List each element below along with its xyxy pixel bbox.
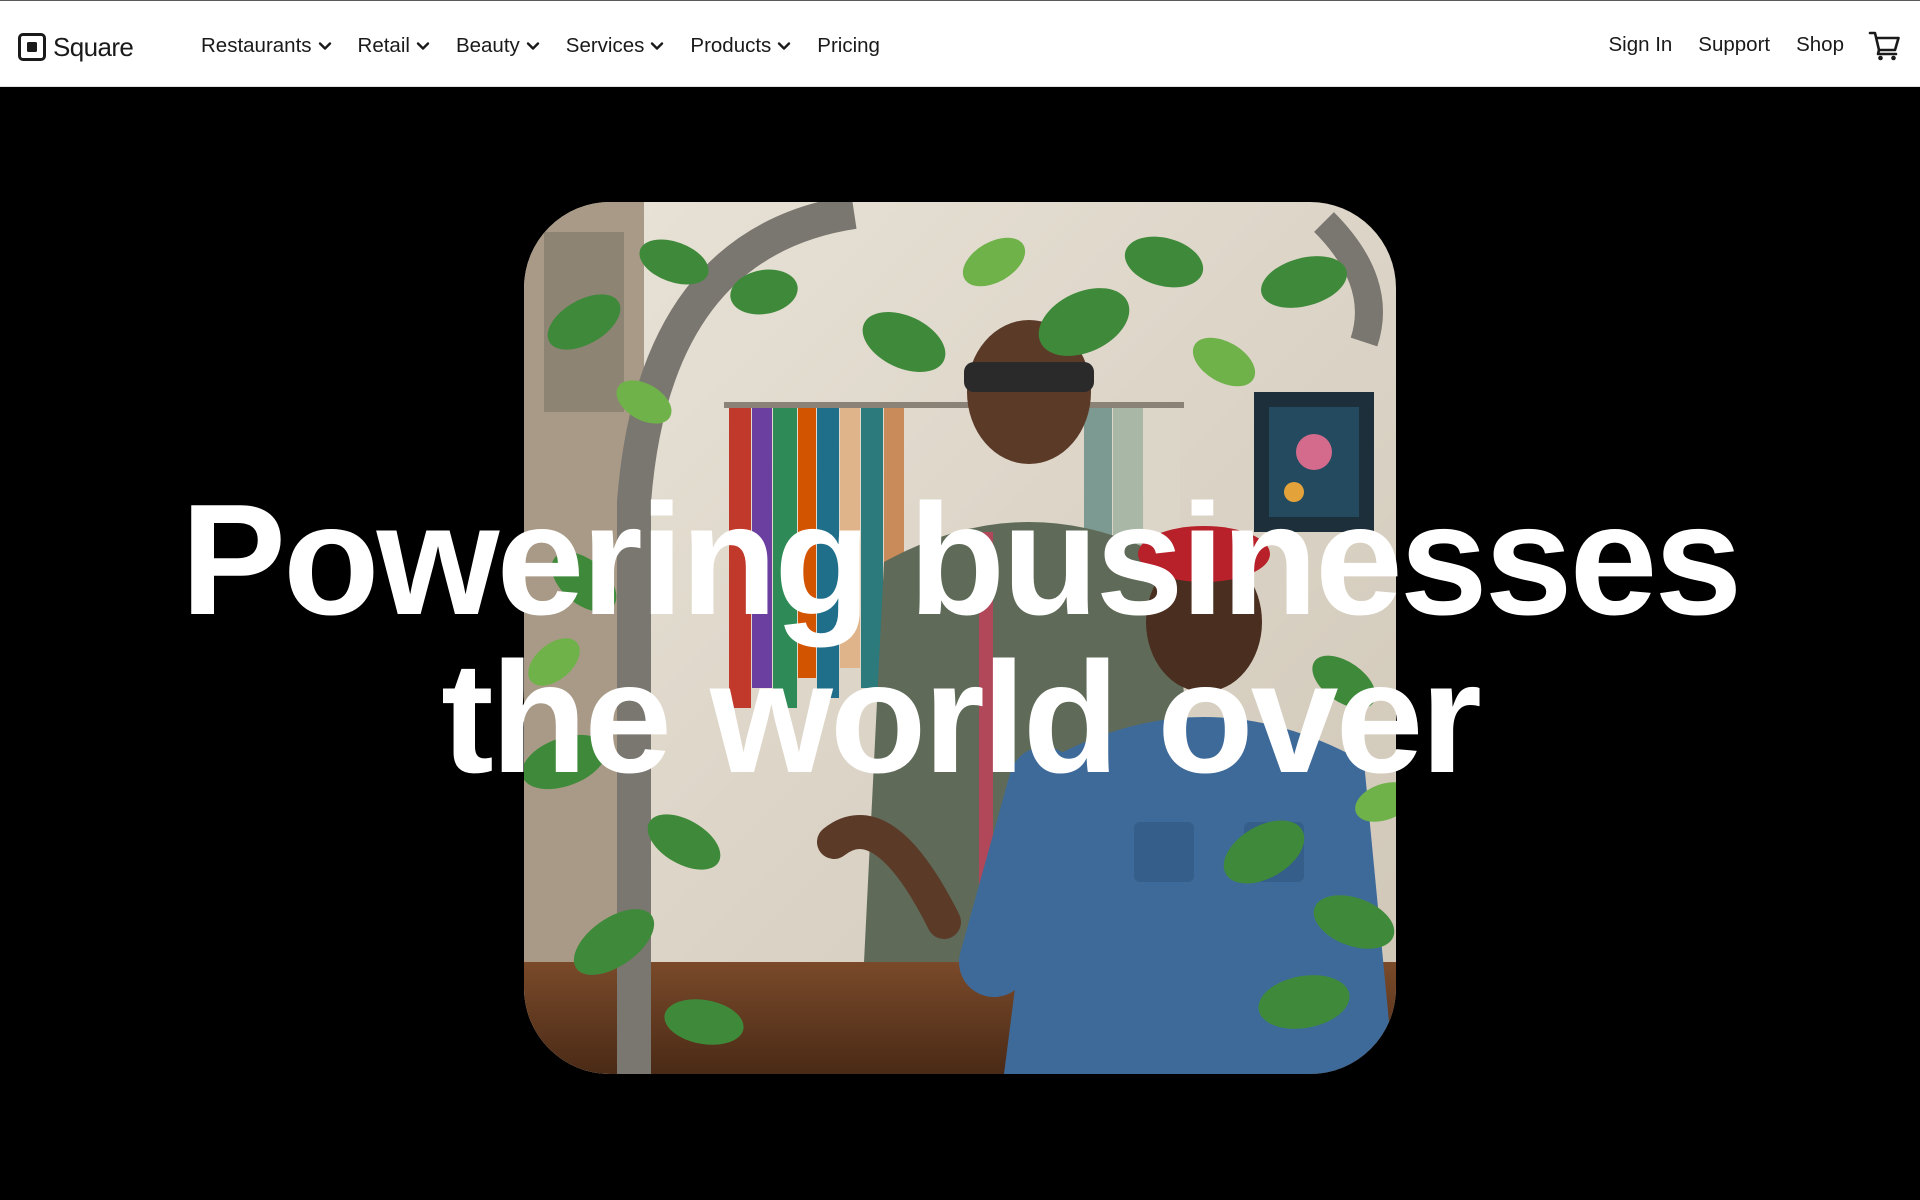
menu-item-pricing[interactable]: Pricing — [817, 31, 880, 61]
chevron-down-icon — [318, 42, 331, 50]
account-links: Sign In Support Shop — [1608, 28, 1902, 62]
shopping-cart-icon[interactable] — [1868, 28, 1902, 62]
top-navigation-bar: Square Restaurants Retail Beauty Service… — [0, 1, 1920, 87]
menu-item-products[interactable]: Products — [690, 31, 791, 61]
chevron-down-icon — [778, 42, 791, 50]
hero-headline-line-1: Powering businesses — [180, 472, 1743, 648]
menu-item-label: Pricing — [817, 34, 880, 57]
hero-headline-line-2: the world over — [441, 630, 1482, 806]
menu-item-label: Beauty — [455, 34, 520, 57]
square-logo-icon — [18, 33, 46, 61]
support-link[interactable]: Support — [1698, 28, 1770, 62]
hero-headline: Powering businesses the world over — [0, 481, 1920, 797]
menu-item-label: Products — [690, 34, 772, 57]
chevron-down-icon — [526, 42, 539, 50]
menu-item-label: Restaurants — [201, 34, 312, 57]
menu-item-label: Services — [565, 34, 645, 57]
main-menu: Restaurants Retail Beauty Services Produ… — [201, 31, 906, 61]
menu-item-beauty[interactable]: Beauty — [456, 31, 540, 61]
chevron-down-icon — [416, 42, 430, 50]
menu-item-services[interactable]: Services — [566, 31, 665, 61]
brand-name: Square — [53, 31, 134, 62]
sign-in-link[interactable]: Sign In — [1608, 28, 1672, 62]
hero-section: Powering businesses the world over — [0, 88, 1920, 1200]
shop-link[interactable]: Shop — [1796, 28, 1844, 62]
square-logo-link[interactable]: Square — [18, 31, 134, 62]
chevron-down-icon — [651, 42, 664, 50]
menu-item-retail[interactable]: Retail — [358, 31, 430, 61]
menu-item-restaurants[interactable]: Restaurants — [201, 31, 332, 61]
menu-item-label: Retail — [357, 34, 410, 57]
